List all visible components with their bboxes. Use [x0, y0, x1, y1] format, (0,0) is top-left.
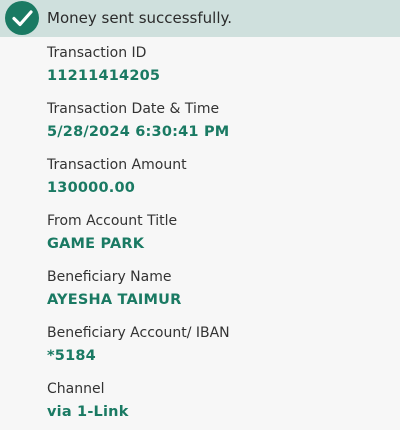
channel-label: Channel: [47, 381, 105, 397]
success-banner: Money sent successfully.: [0, 0, 400, 37]
transaction-id-field: Transaction ID 11211414205: [47, 44, 160, 85]
from-account-title-value: GAME PARK: [47, 236, 145, 252]
transaction-amount-value: 130000.00: [47, 180, 136, 196]
from-account-title-label: From Account Title: [47, 213, 178, 229]
beneficiary-account-label: Beneficiary Account/ IBAN: [47, 325, 230, 341]
check-circle-icon: [5, 1, 39, 35]
from-account-title-field: From Account Title GAME PARK: [47, 212, 177, 253]
beneficiary-name-label: Beneficiary Name: [47, 269, 172, 285]
transaction-id-value: 11211414205: [47, 68, 161, 84]
transaction-datetime-label: Transaction Date & Time: [47, 101, 220, 117]
beneficiary-name-value: AYESHA TAIMUR: [47, 292, 182, 308]
beneficiary-account-field: Beneficiary Account/ IBAN *5184: [47, 324, 230, 365]
transaction-id-label: Transaction ID: [47, 45, 147, 61]
beneficiary-name-field: Beneficiary Name AYESHA TAIMUR: [47, 268, 181, 309]
beneficiary-account-value: *5184: [47, 348, 96, 364]
channel-field: Channel via 1-Link: [47, 380, 129, 421]
transaction-amount-label: Transaction Amount: [47, 157, 187, 173]
transaction-amount-field: Transaction Amount 130000.00: [47, 156, 187, 197]
success-message: Money sent successfully.: [47, 9, 233, 27]
transaction-datetime-value: 5/28/2024 6:30:41 PM: [47, 124, 230, 140]
channel-value: via 1-Link: [47, 404, 129, 420]
transaction-datetime-field: Transaction Date & Time 5/28/2024 6:30:4…: [47, 100, 229, 141]
